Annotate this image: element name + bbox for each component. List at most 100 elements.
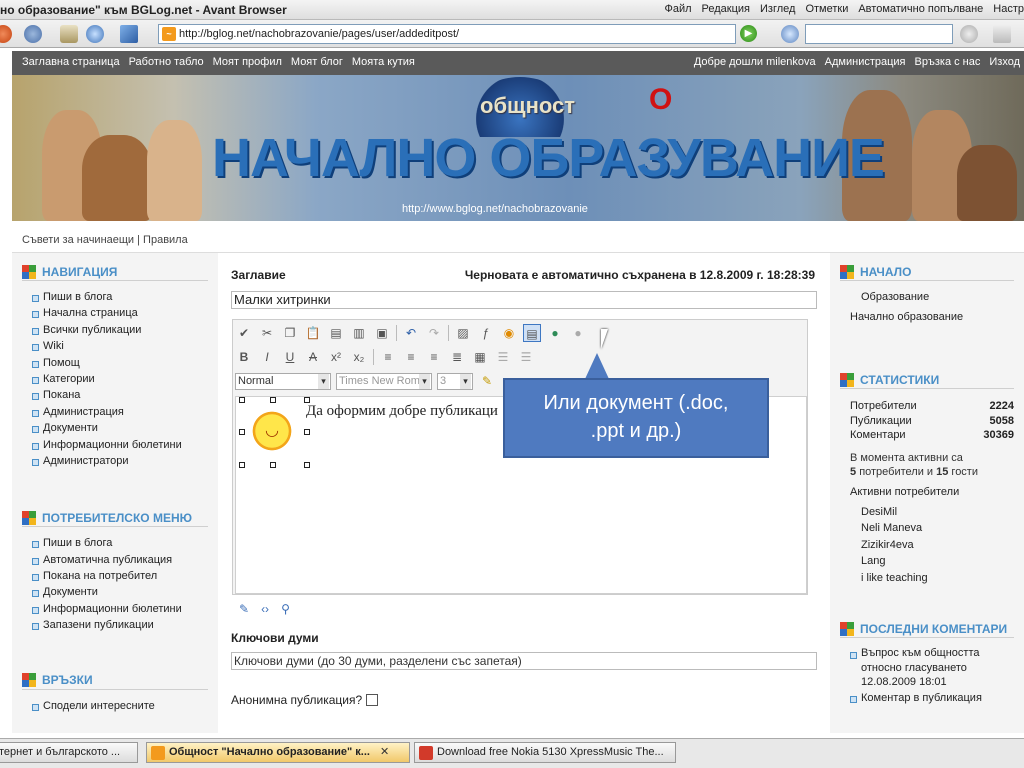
taskbar-item[interactable]: тернет и българското ...: [0, 742, 138, 763]
font-select[interactable]: Times New Roma: [336, 372, 432, 390]
help-links[interactable]: Съвети за начинаещи | Правила: [22, 234, 188, 246]
align-center-icon[interactable]: ≡: [402, 348, 420, 366]
nav-my-inbox[interactable]: Моята кутия: [352, 56, 415, 68]
list-item[interactable]: Документи: [32, 584, 218, 600]
list-item[interactable]: Lang: [861, 553, 1024, 570]
nav-my-blog[interactable]: Моят блог: [291, 56, 343, 68]
list-item[interactable]: Коментар в публикация: [850, 690, 1024, 706]
undo-icon[interactable]: ↶: [402, 324, 420, 342]
menu-edit[interactable]: Редакция: [702, 3, 750, 15]
select-all-icon[interactable]: ▣: [373, 324, 391, 342]
list-item[interactable]: DesiMil: [861, 504, 1024, 521]
sun-smiley-image[interactable]: ◡: [246, 405, 298, 457]
format-select[interactable]: Normal: [235, 372, 331, 390]
resize-handle[interactable]: [270, 462, 276, 468]
block-format-icon[interactable]: ▦: [471, 348, 489, 366]
list-item[interactable]: Начална страница: [32, 305, 218, 321]
unlink-icon[interactable]: ●: [569, 324, 587, 342]
insert-document-icon[interactable]: ▤: [523, 324, 541, 342]
address-bar[interactable]: ~ http://bglog.net/nachobrazovanie/pages…: [158, 24, 736, 44]
cut-icon[interactable]: ✂: [258, 324, 276, 342]
resize-handle[interactable]: [239, 462, 245, 468]
go-button-icon[interactable]: ▶: [740, 25, 757, 42]
paste-word-icon[interactable]: ▥: [350, 324, 368, 342]
comment-link[interactable]: Въпрос към общността: [861, 646, 1024, 661]
align-left-icon[interactable]: ≡: [379, 348, 397, 366]
nav-contact[interactable]: Връзка с нас: [915, 56, 981, 68]
history-icon[interactable]: [86, 25, 104, 43]
home-link-education[interactable]: Образование: [830, 291, 1024, 303]
strikethrough-icon[interactable]: A: [304, 348, 322, 366]
flash-icon[interactable]: ƒ: [477, 324, 495, 342]
menu-file[interactable]: Файл: [664, 3, 691, 15]
resize-handle[interactable]: [304, 462, 310, 468]
menu-view[interactable]: Изглед: [760, 3, 795, 15]
italic-icon[interactable]: I: [258, 348, 276, 366]
list-item[interactable]: Всички публикации: [32, 322, 218, 338]
ordered-list-icon[interactable]: ☰: [494, 348, 512, 366]
font-size-select[interactable]: 3: [437, 372, 473, 390]
home-link-primary-education[interactable]: Начално образование: [830, 311, 1024, 323]
comment-link-cont[interactable]: относно гласуването: [861, 661, 1024, 676]
list-item[interactable]: Информационни бюлетини: [32, 601, 218, 617]
list-item[interactable]: i like teaching: [861, 570, 1024, 587]
search-icon[interactable]: [781, 25, 799, 43]
back-button-icon[interactable]: [0, 25, 12, 43]
align-right-icon[interactable]: ≡: [425, 348, 443, 366]
zoom-icon[interactable]: [960, 25, 978, 43]
resize-handle[interactable]: [239, 429, 245, 435]
menu-settings[interactable]: Настр: [993, 3, 1024, 15]
page-tools-icon[interactable]: [993, 25, 1011, 43]
list-item[interactable]: Категории: [32, 371, 218, 387]
nav-my-profile[interactable]: Моят профил: [213, 56, 282, 68]
resize-handle[interactable]: [304, 429, 310, 435]
list-item[interactable]: Автоматична публикация: [32, 552, 218, 568]
list-item[interactable]: Администратори: [32, 453, 218, 469]
pencil-icon[interactable]: ✎: [239, 602, 249, 616]
anonymous-checkbox[interactable]: [366, 694, 379, 706]
superscript-icon[interactable]: x²: [327, 348, 345, 366]
taskbar-item[interactable]: Download free Nokia 5130 XpressMusic The…: [414, 742, 676, 763]
subscript-icon[interactable]: x₂: [350, 348, 368, 366]
keywords-input[interactable]: Ключови думи (до 30 думи, разделени със …: [231, 652, 817, 670]
nav-admin[interactable]: Администрация: [825, 56, 906, 68]
post-body-text[interactable]: Да оформим добре публикаци: [306, 403, 498, 420]
resize-handle[interactable]: [270, 397, 276, 403]
image-icon[interactable]: ▨: [454, 324, 472, 342]
bold-icon[interactable]: B: [235, 348, 253, 366]
menu-autofill[interactable]: Автоматично попълване: [858, 3, 983, 15]
list-item[interactable]: Документи: [32, 420, 218, 436]
list-item[interactable]: Пиши в блога: [32, 535, 218, 551]
media-icon[interactable]: ◉: [500, 324, 518, 342]
list-item[interactable]: Wiki: [32, 338, 218, 354]
list-item[interactable]: Zizikir4eva: [861, 537, 1024, 554]
list-item[interactable]: Покана: [32, 387, 218, 403]
unordered-list-icon[interactable]: ☰: [517, 348, 535, 366]
list-item[interactable]: Информационни бюлетини: [32, 437, 218, 453]
close-tab-icon[interactable]: ✕: [380, 743, 389, 762]
home-icon[interactable]: [60, 25, 78, 43]
list-item[interactable]: Neli Maneva: [861, 520, 1024, 537]
list-item[interactable]: Въпрос към общността относно гласуването…: [850, 646, 1024, 690]
spellcheck-icon[interactable]: ✔: [235, 324, 253, 342]
list-item[interactable]: Запазени публикации: [32, 617, 218, 633]
list-item[interactable]: Пиши в блога: [32, 289, 218, 305]
nav-dashboard[interactable]: Работно табло: [129, 56, 204, 68]
list-item[interactable]: Помощ: [32, 355, 218, 371]
text-color-icon[interactable]: ✎: [478, 372, 496, 390]
forward-button-icon[interactable]: [24, 25, 42, 43]
paste-icon[interactable]: 📋: [304, 324, 322, 342]
copy-icon[interactable]: ❐: [281, 324, 299, 342]
paste-text-icon[interactable]: ▤: [327, 324, 345, 342]
post-title-input[interactable]: Малки хитринки: [231, 291, 817, 309]
html-source-icon[interactable]: ‹›: [261, 602, 269, 616]
nav-home[interactable]: Заглавна страница: [22, 56, 120, 68]
list-item[interactable]: Администрация: [32, 404, 218, 420]
justify-icon[interactable]: ≣: [448, 348, 466, 366]
list-item[interactable]: Покана на потребител: [32, 568, 218, 584]
redo-icon[interactable]: ↷: [425, 324, 443, 342]
menu-bookmarks[interactable]: Отметки: [805, 3, 848, 15]
nav-logout[interactable]: Изход: [989, 56, 1020, 68]
search-input[interactable]: [805, 24, 953, 44]
cursor-tool-icon[interactable]: [120, 25, 138, 43]
